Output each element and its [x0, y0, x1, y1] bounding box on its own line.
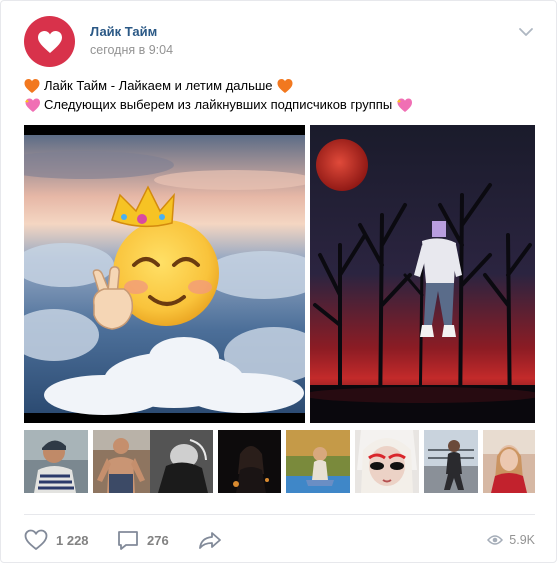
thumbnail-6[interactable]: [355, 430, 419, 493]
thumbnail-5[interactable]: [286, 430, 350, 493]
thumbnail-1[interactable]: [24, 430, 88, 493]
heart-outline-icon: [24, 529, 48, 550]
post-text-line-1-text: Лайк Тайм - Лайкаем и летим дальше: [44, 78, 273, 93]
actions-divider: [24, 514, 535, 515]
views-counter: 5.9K: [487, 527, 535, 553]
eye-icon: [487, 535, 504, 545]
sparkling-heart-emoji: [397, 98, 413, 112]
thumbnail-photo: [286, 430, 350, 493]
share-arrow-icon: [199, 532, 221, 549]
like-button[interactable]: 1 228: [24, 527, 89, 553]
thumbnail-photo: [93, 430, 150, 493]
thumbnail-photo: [424, 430, 478, 493]
post-text-line-1: Лайк Тайм - Лайкаем и летим дальше: [24, 76, 534, 95]
heart-icon: [37, 30, 62, 53]
comment-icon: [118, 531, 138, 550]
post-card: Лайк Тайм сегодня в 9:04 Лайк Тайм - Лай…: [0, 0, 557, 563]
thumbnail-8[interactable]: [483, 430, 535, 493]
orange-heart-emoji: [24, 78, 40, 93]
orange-heart-emoji: [277, 78, 293, 93]
comment-button[interactable]: 276: [117, 527, 169, 553]
likes-count: 1 228: [56, 532, 89, 548]
post-text: Лайк Тайм - Лайкаем и летим дальше Следу…: [24, 76, 534, 114]
clouds-emoji-image: [24, 125, 305, 423]
post-actions: 1 228 276 5.9K: [24, 527, 535, 553]
thumbnail-3[interactable]: [150, 430, 213, 493]
views-count: 5.9K: [509, 533, 535, 547]
thumbnail-photo: [150, 430, 213, 493]
thumbnail-4[interactable]: [218, 430, 281, 493]
post-photo-2[interactable]: [310, 125, 535, 423]
photo-thumbnails: [24, 430, 535, 493]
post-text-line-2: Следующих выберем из лайкнувших подписчи…: [24, 95, 534, 114]
thumbnail-photo: [483, 430, 535, 493]
thumbnail-photo: [24, 430, 88, 493]
post-text-line-2-text: Следующих выберем из лайкнувших подписчи…: [44, 97, 393, 112]
post-header: Лайк Тайм сегодня в 9:04: [24, 16, 534, 68]
author-name[interactable]: Лайк Тайм: [90, 24, 157, 39]
comments-count: 276: [147, 532, 169, 548]
post-time[interactable]: сегодня в 9:04: [90, 43, 173, 57]
share-button[interactable]: [198, 527, 222, 553]
red-moon-forest-image: [310, 125, 535, 423]
thumbnail-2[interactable]: [93, 430, 150, 493]
thumbnail-7[interactable]: [424, 430, 478, 493]
thumbnail-photo: [218, 430, 281, 493]
post-photo-1[interactable]: [24, 125, 305, 423]
sparkling-heart-emoji: [24, 98, 40, 112]
chevron-down-icon[interactable]: [518, 26, 534, 38]
group-avatar[interactable]: [24, 16, 75, 67]
thumbnail-photo: [355, 430, 419, 493]
